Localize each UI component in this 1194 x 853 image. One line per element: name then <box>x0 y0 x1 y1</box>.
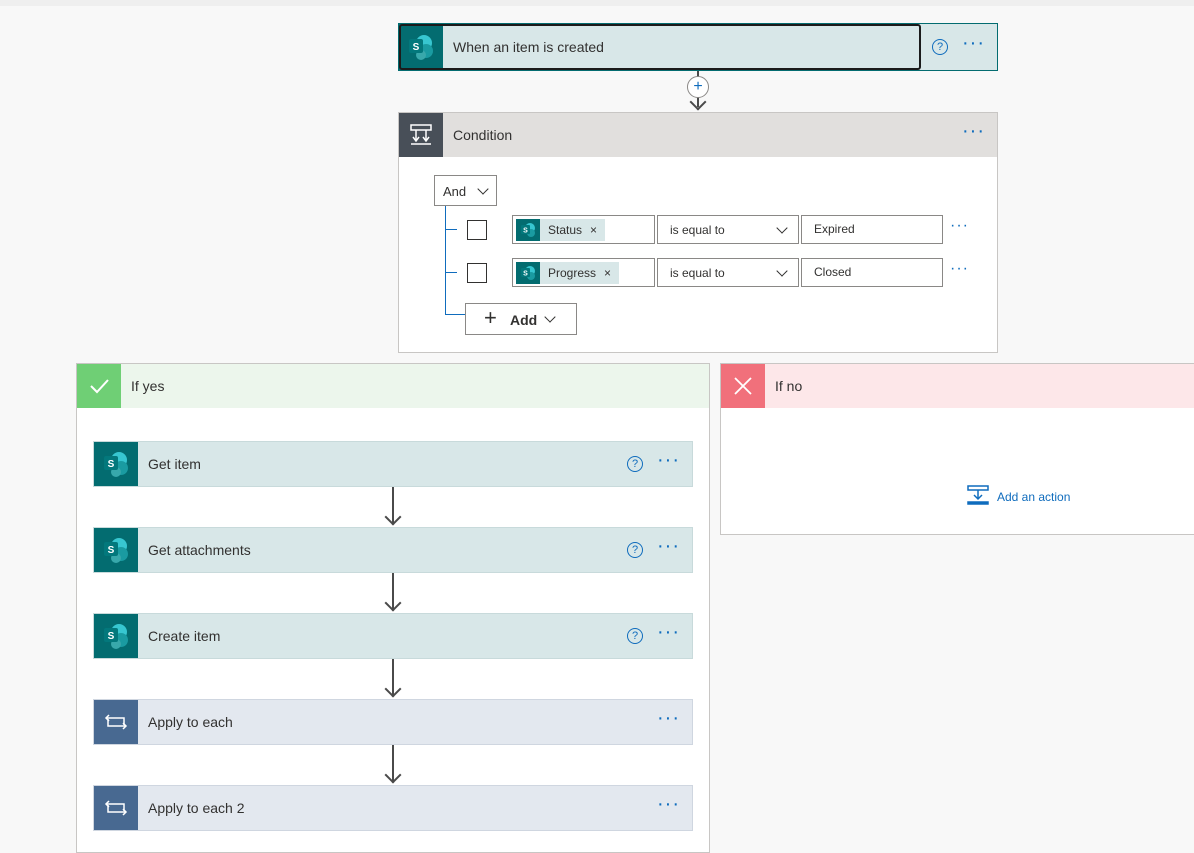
more-options-button[interactable]: ··· <box>657 450 680 473</box>
action-card-apply-to-each-2[interactable]: Apply to each 2 ··· <box>93 785 693 831</box>
condition-title: Condition <box>453 127 513 143</box>
help-icon[interactable]: ? <box>627 542 644 558</box>
condition-right-operand[interactable]: Expired <box>801 215 943 244</box>
token-label: Status <box>548 223 583 237</box>
svg-text:S: S <box>108 545 115 556</box>
action-card-create-item[interactable]: S Create item ? ··· <box>93 613 693 659</box>
more-options-button[interactable]: ··· <box>657 708 680 731</box>
sharepoint-icon: S <box>516 219 540 241</box>
more-options-button[interactable]: ··· <box>657 794 680 817</box>
condition-left-operand[interactable]: S Progress × <box>512 258 655 287</box>
action-title: Apply to each 2 <box>148 800 245 816</box>
tree-line <box>445 206 446 315</box>
loop-icon <box>94 700 138 744</box>
if-no-branch: If no Add an action <box>720 363 1194 535</box>
action-title: Get attachments <box>148 542 251 558</box>
dynamic-content-token[interactable]: S Status × <box>516 219 606 241</box>
remove-token-icon[interactable]: × <box>590 223 597 237</box>
remove-token-icon[interactable]: × <box>604 266 611 280</box>
if-no-title: If no <box>775 378 803 394</box>
sharepoint-icon: S <box>94 442 138 486</box>
operand-value: Expired <box>814 222 855 236</box>
svg-text:S: S <box>108 459 115 470</box>
condition-header[interactable]: Condition ··· <box>399 113 997 157</box>
help-icon[interactable]: ? <box>932 39 949 55</box>
close-icon <box>721 364 765 408</box>
svg-text:S: S <box>523 271 528 278</box>
condition-operator-select[interactable]: is equal to <box>657 258 799 287</box>
sharepoint-icon: S <box>516 262 540 284</box>
row-checkbox[interactable] <box>467 263 487 283</box>
chevron-down-icon <box>477 183 489 195</box>
operand-value: Closed <box>814 265 852 279</box>
if-no-header[interactable]: If no <box>721 364 1194 408</box>
operator-value: is equal to <box>670 223 725 237</box>
svg-text:S: S <box>523 228 528 235</box>
more-options-button[interactable]: ··· <box>962 121 985 144</box>
condition-operator-select[interactable]: is equal to <box>657 215 799 244</box>
add-row-button[interactable]: + Add <box>465 303 577 335</box>
action-title: Create item <box>148 628 221 644</box>
action-card-get-attachments[interactable]: S Get attachments ? ··· <box>93 527 693 573</box>
more-options-button[interactable]: ··· <box>657 536 680 559</box>
tree-branch <box>445 314 465 315</box>
add-label: Add <box>510 312 538 328</box>
add-action-icon <box>967 484 989 509</box>
chevron-down-icon <box>776 222 788 234</box>
action-title: Apply to each <box>148 714 233 730</box>
sharepoint-icon: S <box>94 614 138 658</box>
svg-text:S: S <box>108 631 115 642</box>
add-action-link[interactable]: Add an action <box>967 484 1070 509</box>
chevron-down-icon <box>776 265 788 277</box>
add-action-label: Add an action <box>997 489 1071 504</box>
condition-right-operand[interactable]: Closed <box>801 258 943 287</box>
token-label: Progress <box>548 266 597 280</box>
canvas-top-strip <box>0 0 1194 6</box>
action-card-get-item[interactable]: S Get item ? ··· <box>93 441 693 487</box>
tree-branch <box>445 272 457 273</box>
help-icon[interactable]: ? <box>627 456 644 472</box>
more-options-button[interactable]: ··· <box>962 33 985 56</box>
operator-value: is equal to <box>670 266 725 280</box>
plus-icon: + <box>484 305 497 330</box>
trigger-card[interactable]: S When an item is created ? ··· <box>398 23 998 71</box>
row-more-button[interactable]: ··· <box>950 217 969 235</box>
more-options-button[interactable]: ··· <box>657 622 680 645</box>
loop-icon <box>94 786 138 830</box>
action-title: Get item <box>148 456 201 472</box>
action-card-apply-to-each[interactable]: Apply to each ··· <box>93 699 693 745</box>
condition-icon <box>399 113 443 157</box>
help-icon[interactable]: ? <box>627 628 644 644</box>
tree-branch <box>445 229 457 230</box>
group-operator-value: And <box>443 184 467 199</box>
group-operator-select[interactable]: And <box>434 175 497 206</box>
dynamic-content-token[interactable]: S Progress × <box>516 262 620 284</box>
sharepoint-icon: S <box>94 528 138 572</box>
check-icon <box>77 364 121 408</box>
condition-left-operand[interactable]: S Status × <box>512 215 655 244</box>
focus-outline <box>399 24 921 70</box>
if-yes-header[interactable]: If yes <box>77 364 709 408</box>
row-more-button[interactable]: ··· <box>950 260 969 278</box>
row-checkbox[interactable] <box>467 220 487 240</box>
chevron-down-icon <box>544 311 556 323</box>
if-yes-title: If yes <box>131 378 165 394</box>
condition-card: Condition ··· And S Status × is equal to… <box>398 112 998 353</box>
